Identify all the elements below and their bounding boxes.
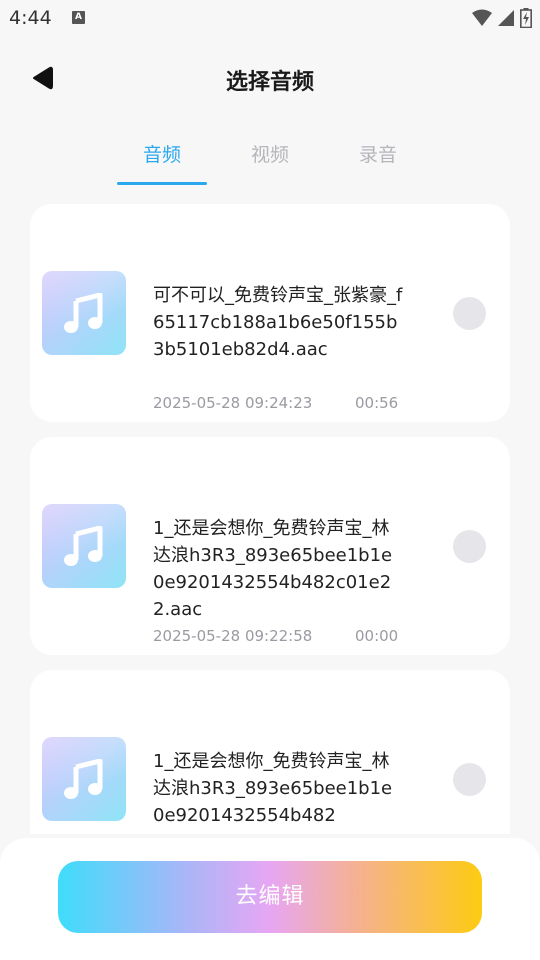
audio-title: 可不可以_免费铃声宝_张紫豪_f65117cb188a1b6e50f155b3b…	[153, 285, 403, 360]
screen: 4:44 A 选择音频 音频 视频 录音 可不可以_免费铃声宝_张紫豪_f651…	[0, 0, 540, 960]
audio-thumbnail	[42, 271, 126, 355]
audio-date: 2025-05-28 09:24:23	[153, 394, 313, 412]
tab-recording[interactable]: 录音	[333, 140, 423, 167]
go-edit-button[interactable]: 去编辑	[58, 861, 482, 933]
page-title: 选择音频	[225, 70, 314, 95]
status-bar: 4:44 A	[0, 0, 540, 38]
battery-icon	[520, 8, 532, 28]
header: 选择音频	[0, 48, 540, 108]
audio-thumbnail	[42, 504, 126, 588]
audio-duration: 00:56	[355, 394, 399, 412]
audio-title: 1_还是会想你_免费铃声宝_林达浪h3R3_893e65bee1b1e0e920…	[153, 518, 393, 620]
audio-list-item[interactable]: 可不可以_免费铃声宝_张紫豪_f65117cb188a1b6e50f155b3b…	[30, 204, 510, 422]
select-radio[interactable]	[453, 530, 486, 563]
wifi-icon	[472, 9, 492, 26]
accessibility-badge-icon: A	[72, 11, 85, 24]
music-note-icon	[64, 526, 103, 566]
select-radio[interactable]	[453, 297, 486, 330]
tab-video[interactable]: 视频	[225, 140, 315, 167]
tab-indicator	[117, 182, 207, 185]
signal-icon	[498, 10, 514, 26]
music-note-icon	[64, 293, 103, 333]
bottom-bar: 去编辑	[0, 838, 540, 960]
audio-list-item[interactable]: 1_还是会想你_免费铃声宝_林达浪h3R3_893e65bee1b1e0e920…	[30, 437, 510, 655]
audio-list[interactable]: 可不可以_免费铃声宝_张紫豪_f65117cb188a1b6e50f155b3b…	[30, 204, 510, 834]
tab-bar: 音频 视频 录音	[0, 130, 540, 186]
status-icons	[472, 8, 532, 28]
music-note-icon	[64, 759, 103, 799]
audio-title: 1_还是会想你_免费铃声宝_林达浪h3R3_893e65bee1b1e0e920…	[153, 751, 393, 826]
audio-duration: 00:00	[355, 627, 399, 645]
status-time: 4:44	[9, 7, 52, 29]
audio-thumbnail	[42, 737, 126, 821]
audio-list-item[interactable]: 1_还是会想你_免费铃声宝_林达浪h3R3_893e65bee1b1e0e920…	[30, 670, 510, 834]
tab-audio[interactable]: 音频	[117, 140, 207, 167]
select-radio[interactable]	[453, 763, 486, 796]
audio-date: 2025-05-28 09:22:58	[153, 627, 313, 645]
